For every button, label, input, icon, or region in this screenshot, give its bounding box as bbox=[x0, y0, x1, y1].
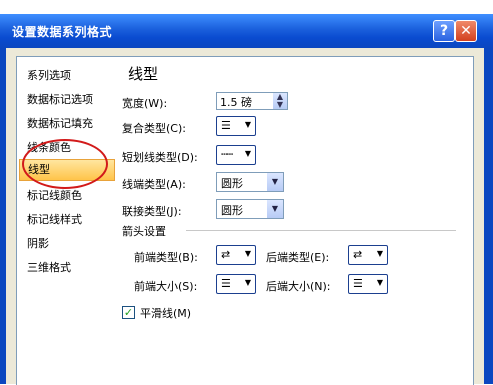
cap-type-label: 线端类型(A): bbox=[122, 178, 186, 191]
cap-type-value: 圆形 bbox=[221, 177, 243, 190]
arrow-type-icon: ⇄ bbox=[221, 248, 230, 261]
arrow-size-icon: ☰ bbox=[353, 277, 363, 290]
category-list: 系列选项 数据标记选项 数据标记填充 线条颜色 线型 标记线颜色 标记线样式 阴… bbox=[16, 56, 117, 385]
end-type-label: 后端类型(E): bbox=[266, 251, 330, 264]
width-value[interactable]: 1.5 磅 bbox=[220, 94, 252, 110]
width-label: 宽度(W): bbox=[122, 97, 168, 110]
arrow-settings-divider bbox=[186, 230, 456, 231]
panel-title: 线型 bbox=[128, 65, 159, 83]
begin-size-dropdown[interactable]: ☰ ▼ bbox=[216, 274, 256, 294]
dialog-client-area: 系列选项 数据标记选项 数据标记填充 线条颜色 线型 标记线颜色 标记线样式 阴… bbox=[6, 48, 484, 385]
end-type-dropdown[interactable]: ⇄ ▼ bbox=[348, 245, 388, 265]
chevron-down-icon[interactable]: ▼ bbox=[267, 200, 283, 218]
compound-type-label: 复合类型(C): bbox=[122, 122, 186, 135]
triple-line-icon: ☰ bbox=[221, 119, 231, 132]
nav-item-3d-format[interactable]: 三维格式 bbox=[27, 259, 71, 275]
chevron-down-icon: ▼ bbox=[376, 249, 383, 258]
chevron-down-icon: ▼ bbox=[244, 149, 251, 158]
line-style-panel: 线型 宽度(W): 1.5 磅 ▲ ▼ 复合类型(C): ☰ ▼ 短划线类型(D)… bbox=[116, 56, 474, 385]
join-type-label: 联接类型(J): bbox=[122, 205, 182, 218]
end-size-dropdown[interactable]: ☰ ▼ bbox=[348, 274, 388, 294]
arrow-size-icon: ☰ bbox=[221, 277, 231, 290]
title-bar[interactable]: 设置数据系列格式 ? ✕ bbox=[0, 14, 493, 48]
nav-item-marker-line-color[interactable]: 标记线颜色 bbox=[27, 187, 82, 203]
begin-type-dropdown[interactable]: ⇄ ▼ bbox=[216, 245, 256, 265]
chevron-down-icon[interactable]: ▼ bbox=[267, 173, 283, 191]
join-type-value: 圆形 bbox=[221, 204, 243, 217]
highlight-annotation bbox=[22, 139, 108, 189]
spinner-arrows-icon[interactable]: ▲ ▼ bbox=[273, 93, 287, 109]
cap-type-select[interactable]: 圆形 ▼ bbox=[216, 172, 284, 192]
dialog-title: 设置数据系列格式 bbox=[12, 25, 113, 39]
format-data-series-dialog: 设置数据系列格式 ? ✕ 系列选项 数据标记选项 数据标记填充 线条颜色 线型 … bbox=[0, 0, 493, 385]
begin-size-label: 前端大小(S): bbox=[134, 280, 198, 293]
smooth-line-label: 平滑线(M) bbox=[140, 307, 192, 320]
begin-type-label: 前端类型(B): bbox=[134, 251, 198, 264]
close-icon[interactable]: ✕ bbox=[455, 20, 477, 42]
window-frame-right bbox=[484, 48, 493, 384]
chevron-down-icon: ▼ bbox=[244, 120, 251, 129]
nav-item-marker-options[interactable]: 数据标记选项 bbox=[27, 91, 93, 107]
help-icon[interactable]: ? bbox=[433, 20, 455, 42]
dash-type-dropdown[interactable]: ┅┅ ▼ bbox=[216, 145, 256, 165]
smooth-line-checkbox[interactable]: ✓ bbox=[122, 306, 135, 319]
compound-type-dropdown[interactable]: ☰ ▼ bbox=[216, 116, 256, 136]
chevron-down-icon: ▼ bbox=[244, 278, 251, 287]
dash-type-label: 短划线类型(D): bbox=[122, 151, 198, 164]
dashed-line-icon: ┅┅ bbox=[221, 148, 233, 161]
arrow-settings-heading: 箭头设置 bbox=[122, 225, 166, 238]
nav-item-marker-fill[interactable]: 数据标记填充 bbox=[27, 115, 93, 131]
nav-item-shadow[interactable]: 阴影 bbox=[27, 235, 49, 251]
arrow-type-icon: ⇄ bbox=[353, 248, 362, 261]
nav-item-marker-line-style[interactable]: 标记线样式 bbox=[27, 211, 82, 227]
nav-item-series-options[interactable]: 系列选项 bbox=[27, 67, 71, 83]
end-size-label: 后端大小(N): bbox=[266, 280, 331, 293]
join-type-select[interactable]: 圆形 ▼ bbox=[216, 199, 284, 219]
chevron-down-icon: ▼ bbox=[244, 249, 251, 258]
width-spinner[interactable]: 1.5 磅 ▲ ▼ bbox=[216, 92, 288, 110]
chevron-down-icon: ▼ bbox=[376, 278, 383, 287]
